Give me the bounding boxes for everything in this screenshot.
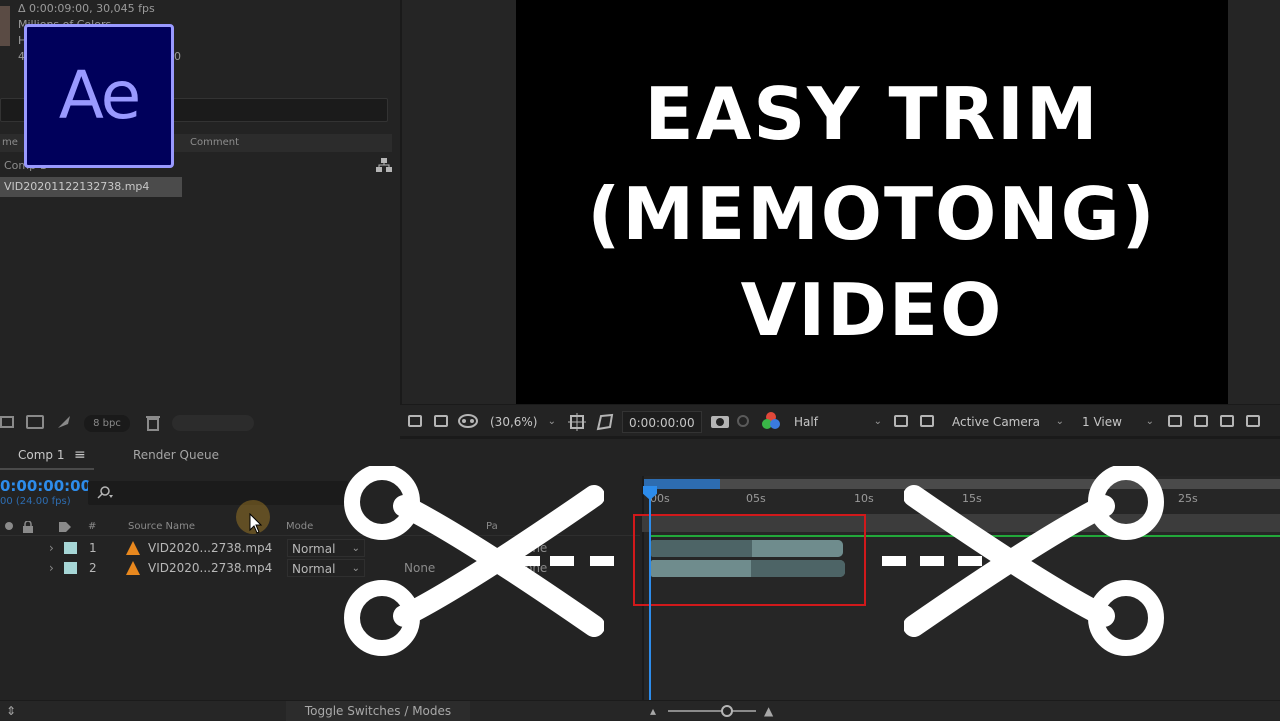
cut-line-dash — [550, 556, 574, 566]
mask-path-icon[interactable] — [596, 413, 614, 431]
viewer-timecode: 0:00:00:00 — [629, 416, 695, 430]
vlc-cone-icon — [126, 541, 140, 555]
chevron-down-icon: ⌄ — [873, 416, 882, 427]
camera-snapshot-icon[interactable] — [710, 413, 730, 429]
video-switch-icon[interactable] — [5, 522, 13, 530]
project-items-list: Comp 1 VID20201122132738.mp4 — [0, 152, 392, 402]
tab-menu-icon[interactable]: ≡ — [74, 440, 86, 470]
resolution-dropdown[interactable]: Half ⌄ — [788, 411, 886, 433]
ruler-tick-label: 05s — [746, 492, 766, 505]
camera-dropdown[interactable]: Active Camera ⌄ — [946, 411, 1068, 433]
current-time-display[interactable]: 0:00:00:00 — [0, 477, 91, 495]
always-preview-icon[interactable] — [408, 415, 422, 427]
comp-duration-info: Δ 0:00:09:00, 30,045 fps — [18, 2, 155, 15]
blend-mode-value: Normal — [292, 542, 336, 556]
panel-divider — [400, 436, 1280, 439]
column-source-name[interactable]: Source Name — [128, 518, 195, 536]
timeline-search-input[interactable] — [88, 481, 348, 505]
label-tag-icon[interactable] — [58, 521, 72, 533]
footage-thumbnail — [0, 6, 10, 46]
reset-exposure-icon[interactable] — [1220, 415, 1234, 427]
column-number: # — [88, 521, 97, 532]
column-mode[interactable]: Mode — [286, 518, 313, 536]
cut-line-dash — [590, 556, 614, 566]
region-of-interest-icon[interactable] — [894, 415, 908, 427]
project-item-footage[interactable]: VID20201122132738.mp4 — [0, 177, 182, 197]
label-color-swatch[interactable] — [64, 562, 77, 574]
chevron-down-icon: ⌄ — [547, 416, 556, 427]
trim-highlight-box — [633, 514, 866, 606]
tab-render-queue[interactable]: Render Queue — [133, 440, 219, 470]
export-frame-icon[interactable] — [1194, 415, 1208, 427]
chevron-down-icon: ⌄ — [1055, 416, 1064, 427]
timeline-status-bar: ⇕ Toggle Switches / Modes ▴ ▲ — [0, 700, 1280, 721]
bit-depth-button[interactable]: 8 bpc — [84, 415, 130, 432]
frame-rate-display: 00 (24.00 fps) — [0, 496, 71, 507]
cut-line-dash — [958, 556, 982, 566]
label-color-swatch[interactable] — [64, 542, 77, 554]
toggle-switches-modes-button[interactable]: Toggle Switches / Modes — [286, 701, 470, 721]
search-icon — [97, 486, 113, 499]
zoom-in-icon[interactable]: ▲ — [764, 701, 773, 721]
blend-mode-value: Normal — [292, 562, 336, 576]
comp-info-line4-end: 0 — [174, 50, 181, 63]
camera-value: Active Camera — [952, 415, 1041, 429]
thumbnail-title-line-2: (MEMOTONG) — [587, 172, 1157, 256]
cut-line-dash — [882, 556, 906, 566]
playhead-line[interactable] — [649, 488, 651, 700]
folder-icon[interactable] — [0, 416, 14, 428]
lock-icon[interactable] — [22, 521, 34, 533]
layer-name[interactable]: VID2020...2738.mp4 — [148, 538, 272, 558]
new-comp-icon[interactable] — [26, 415, 44, 429]
layer-number: 2 — [89, 561, 97, 575]
magnification-dropdown[interactable]: (30,6%) ⌄ — [484, 411, 560, 433]
logo-text: Ae — [58, 57, 142, 134]
layer-name[interactable]: VID2020...2738.mp4 — [148, 558, 272, 578]
vlc-cone-icon — [126, 561, 140, 575]
column-name[interactable]: me — [2, 134, 18, 152]
mask-visibility-icon[interactable] — [458, 413, 478, 429]
monitor-icon[interactable] — [434, 415, 448, 427]
view-layout-value: 1 View — [1082, 415, 1122, 429]
thumbnail-title-line-3: VIDEO — [740, 268, 1004, 352]
current-time-field[interactable]: 0:00:00:00 — [622, 411, 702, 433]
zoom-slider-track[interactable] — [668, 710, 756, 712]
flowchart-icon[interactable] — [376, 157, 392, 173]
layer-number: 1 — [89, 541, 97, 555]
tab-comp-1[interactable]: Comp 1 — [18, 440, 64, 470]
render-icon[interactable] — [56, 414, 72, 430]
view-layout-dropdown[interactable]: 1 View ⌄ — [1076, 411, 1158, 433]
flowchart-viewer-icon[interactable] — [1246, 415, 1260, 427]
expand-chevron-icon[interactable]: › — [49, 558, 54, 578]
toggle-pixel-icon[interactable] — [1168, 415, 1182, 427]
cut-line-dash — [920, 556, 944, 566]
cut-line-dash — [516, 556, 540, 566]
channel-icon[interactable] — [762, 412, 780, 430]
grid-guides-icon[interactable] — [568, 413, 586, 431]
expand-chevron-icon[interactable]: › — [49, 538, 54, 558]
thumbnail-title-line-1: EASY TRIM — [644, 72, 1100, 156]
active-tab-underline — [0, 468, 94, 470]
viewer-toolbar: (30,6%) ⌄ 0:00:00:00 Half ⌄ Active Camera ⌄… — [400, 404, 1280, 436]
after-effects-logo: Ae — [24, 24, 174, 168]
ruler-tick-label: 10s — [854, 492, 874, 505]
zoom-slider-thumb[interactable] — [721, 705, 733, 717]
status-toggle-icon[interactable]: ⇕ — [6, 701, 16, 721]
show-snapshot-icon[interactable] — [736, 414, 750, 428]
project-footer — [0, 410, 400, 436]
transparency-grid-icon[interactable] — [920, 415, 934, 427]
zoom-out-icon[interactable]: ▴ — [650, 701, 656, 721]
ruler-tick-label: 25s — [1178, 492, 1198, 505]
project-scrollbar[interactable] — [172, 415, 254, 431]
trash-icon[interactable] — [146, 415, 160, 431]
resolution-value: Half — [794, 415, 818, 429]
chevron-down-icon: ⌄ — [1145, 416, 1154, 427]
magnification-value: (30,6%) — [490, 415, 538, 429]
column-comment[interactable]: Comment — [190, 134, 239, 152]
